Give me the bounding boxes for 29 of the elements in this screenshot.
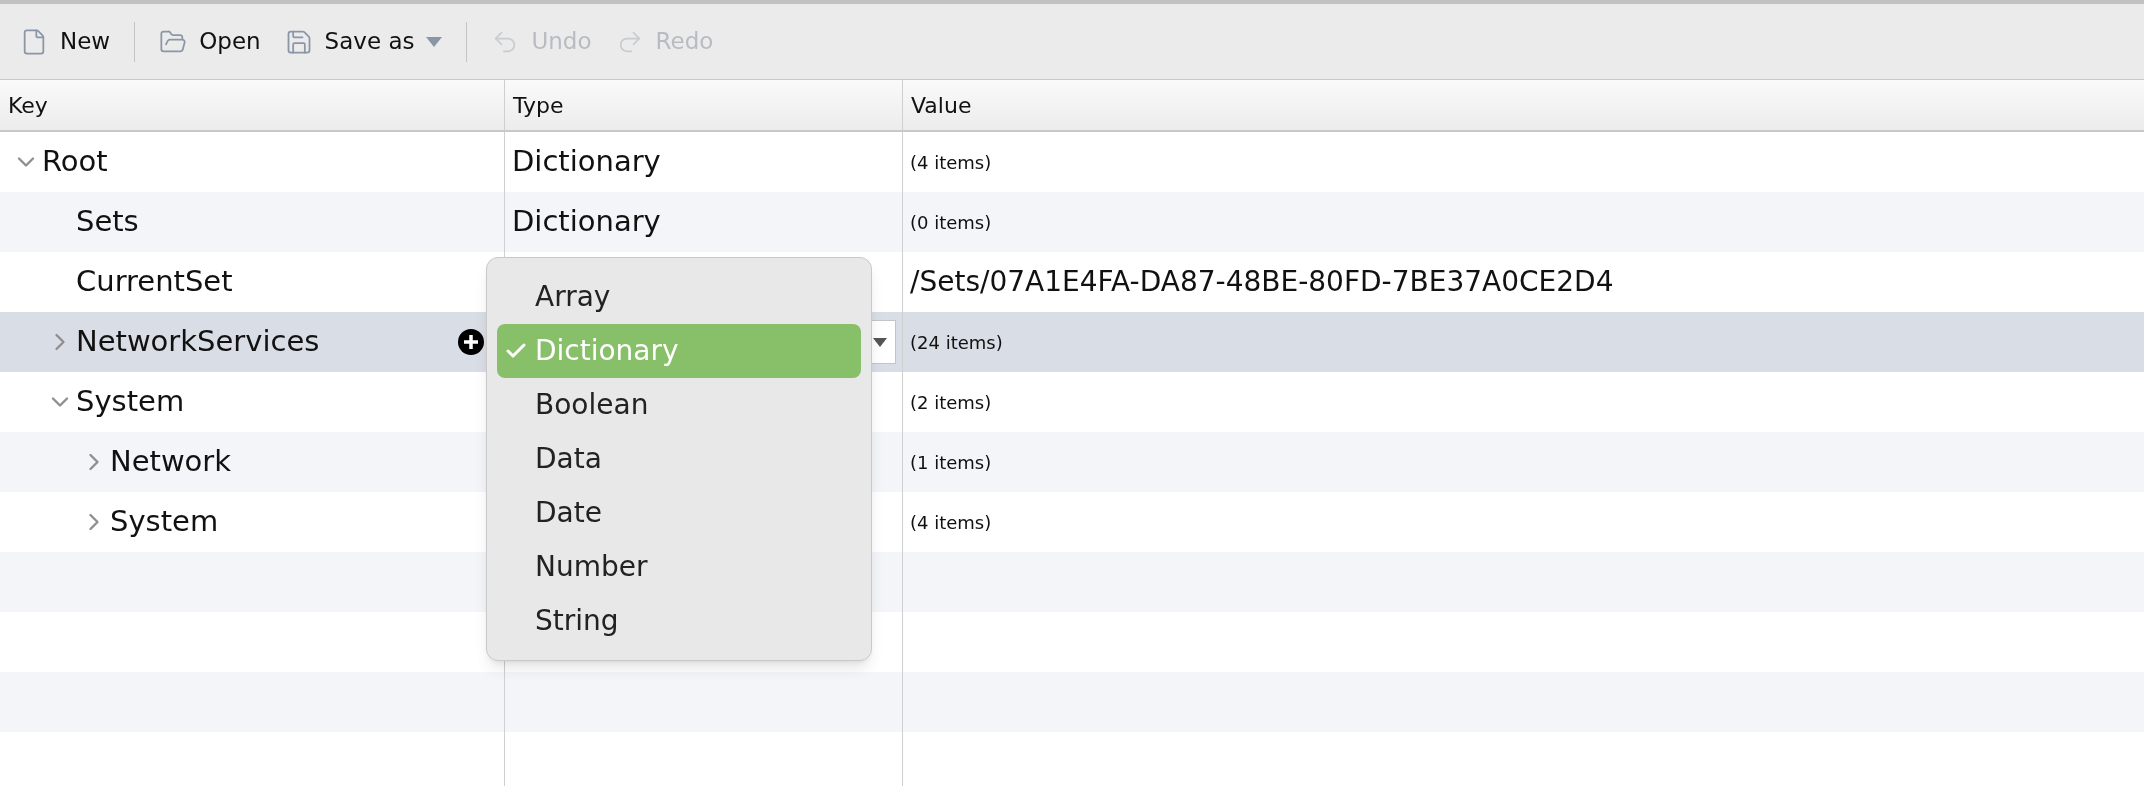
open-button[interactable]: Open: [147, 17, 273, 66]
caret-icon: [873, 337, 887, 347]
key-text: NetworkServices: [76, 323, 320, 361]
key-text: Root: [42, 143, 108, 181]
value-text: (4 items): [910, 151, 992, 173]
value-text: /Sets/07A1E4FA-DA87-48BE-80FD-7BE37A0CE2D4: [910, 265, 1614, 298]
key-text: Sets: [76, 203, 139, 241]
type-text: Dictionary: [512, 203, 661, 241]
menu-option[interactable]: Data: [497, 432, 861, 486]
menu-option[interactable]: String: [497, 594, 861, 648]
caret-icon: [426, 36, 443, 47]
key-text: System: [76, 383, 185, 421]
table-row[interactable]: Sets Dictionary (0 items): [0, 192, 2144, 252]
value-text: (2 items): [910, 391, 992, 413]
new-button[interactable]: New: [8, 17, 123, 66]
menu-option[interactable]: Boolean: [497, 378, 861, 432]
plus-circle-icon[interactable]: [458, 329, 484, 355]
column-header[interactable]: Key: [0, 80, 505, 130]
value-text: (24 items): [910, 331, 1003, 353]
value-text: (4 items): [910, 511, 992, 533]
value-text: (0 items): [910, 211, 992, 233]
column-header[interactable]: Type: [505, 80, 903, 130]
save-button[interactable]: Save as: [272, 17, 455, 66]
key-text: Network: [110, 443, 232, 481]
column-header[interactable]: Value: [903, 80, 2144, 130]
value-text: (1 items): [910, 451, 992, 473]
key-text: CurrentSet: [76, 263, 233, 301]
type-text: Dictionary: [512, 143, 661, 181]
key-text: System: [110, 503, 219, 541]
